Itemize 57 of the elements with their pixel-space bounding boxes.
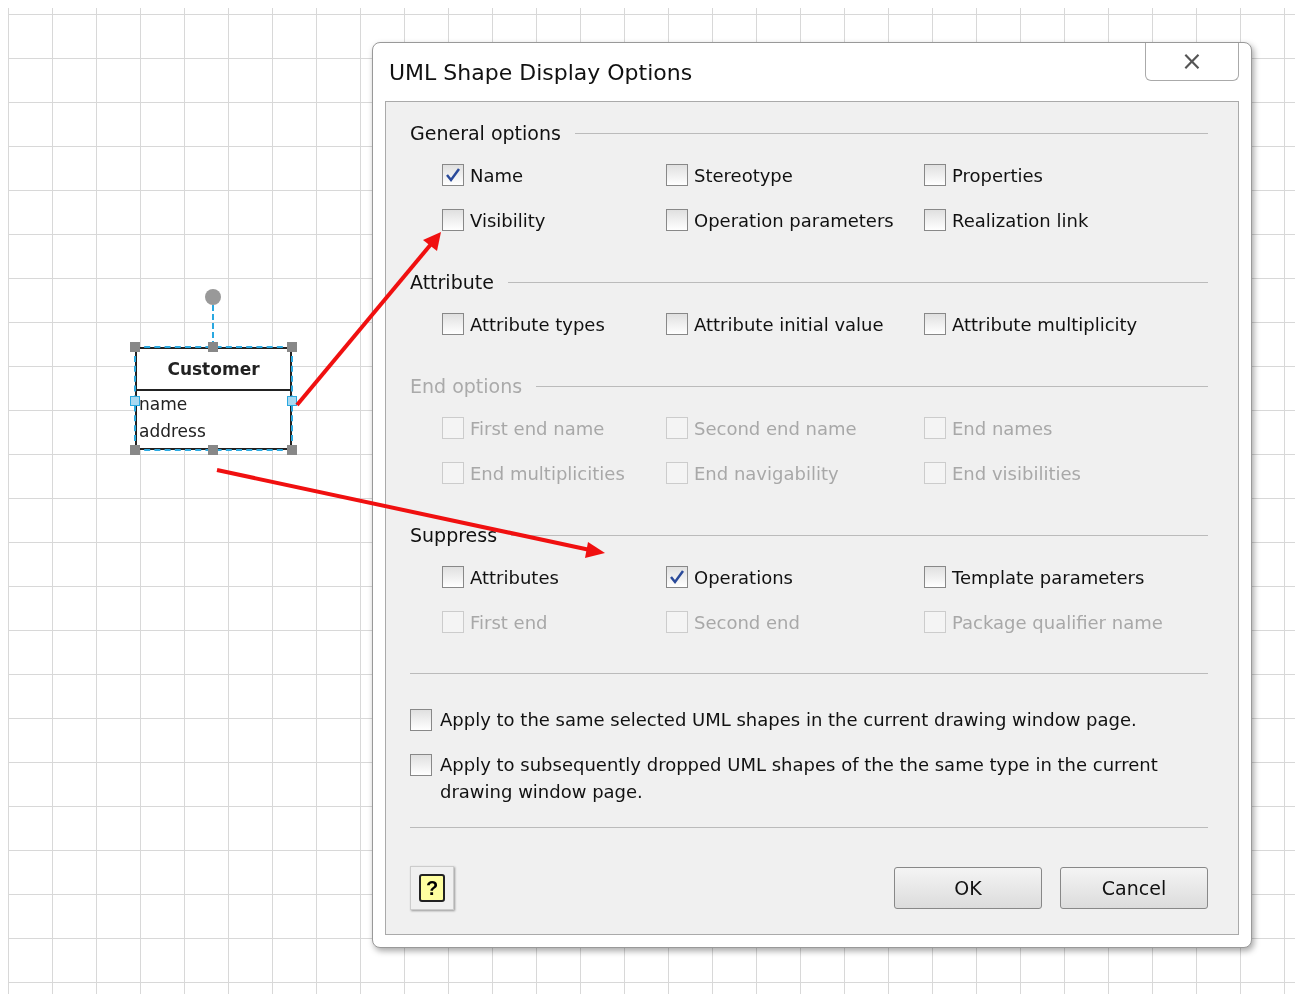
- checkbox-label: Template parameters: [952, 566, 1145, 588]
- resize-handle[interactable]: [208, 342, 218, 352]
- checkbox-label: Operations: [694, 566, 793, 588]
- checkbox[interactable]: [442, 209, 464, 231]
- checkbox-label: End multiplicities: [470, 462, 625, 484]
- class-shape[interactable]: Customer name address: [135, 347, 292, 450]
- resize-handle[interactable]: [287, 445, 297, 455]
- checkbox-label: Second end: [694, 611, 800, 633]
- checkbox-label: Package qualifier name: [952, 611, 1163, 633]
- checkbox-label: Attributes: [470, 566, 559, 588]
- class-attribute: address: [138, 420, 207, 443]
- class-attribute: name: [138, 393, 189, 416]
- checkbox[interactable]: [666, 209, 688, 231]
- section-title: Attribute: [410, 271, 494, 293]
- checkbox[interactable]: [442, 164, 464, 186]
- checkbox-label: End navigability: [694, 462, 839, 484]
- checkbox-label: Apply to the same selected UML shapes in the current drawing window page.: [440, 708, 1137, 732]
- dialog-button[interactable]: OK: [894, 867, 1042, 909]
- resize-handle[interactable]: [130, 445, 140, 455]
- resize-handle[interactable]: [287, 396, 297, 406]
- checkbox[interactable]: [410, 709, 432, 731]
- checkbox[interactable]: [442, 566, 464, 588]
- checkbox-label: Second end name: [694, 417, 857, 439]
- checkbox[interactable]: [666, 566, 688, 588]
- checkbox-label: First end name: [470, 417, 605, 439]
- section-title: End options: [410, 375, 523, 397]
- checkbox-label: Stereotype: [694, 164, 793, 186]
- section-title: Suppress: [410, 524, 498, 546]
- checkbox-label: Realization link: [952, 209, 1089, 231]
- checkbox[interactable]: [410, 754, 432, 776]
- checkbox-label: End visibilities: [952, 462, 1081, 484]
- resize-handle[interactable]: [287, 342, 297, 352]
- checkbox-label: Attribute types: [470, 313, 605, 335]
- checkbox[interactable]: [442, 313, 464, 335]
- dialog-button[interactable]: Cancel: [1060, 867, 1208, 909]
- checkbox[interactable]: [666, 164, 688, 186]
- window-title: UML Shape Display Options: [388, 59, 693, 85]
- checkbox-label: Properties: [952, 164, 1043, 186]
- checkbox-label: Name: [470, 164, 524, 186]
- help-button[interactable]: ?: [410, 866, 454, 910]
- checkbox-label: End names: [952, 417, 1053, 439]
- checkbox-label: Attribute multiplicity: [952, 313, 1138, 335]
- checkbox[interactable]: [924, 566, 946, 588]
- close-button[interactable]: ⨯: [1145, 43, 1239, 81]
- checkbox-label: First end: [470, 611, 548, 633]
- section-title: General options: [410, 122, 561, 144]
- resize-handle[interactable]: [208, 445, 218, 455]
- checkbox-label: Visibility: [470, 209, 546, 231]
- checkbox[interactable]: [924, 164, 946, 186]
- resize-handle[interactable]: [130, 396, 140, 406]
- checkbox[interactable]: [924, 209, 946, 231]
- checkbox[interactable]: [924, 313, 946, 335]
- checkbox-label: Attribute initial value: [694, 313, 884, 335]
- checkbox[interactable]: [666, 313, 688, 335]
- resize-handle[interactable]: [130, 342, 140, 352]
- checkbox-label: Apply to subsequently dropped UML shapes of the the same type in the current drawing window page.: [440, 753, 1159, 804]
- checkbox-label: Operation parameters: [694, 209, 894, 231]
